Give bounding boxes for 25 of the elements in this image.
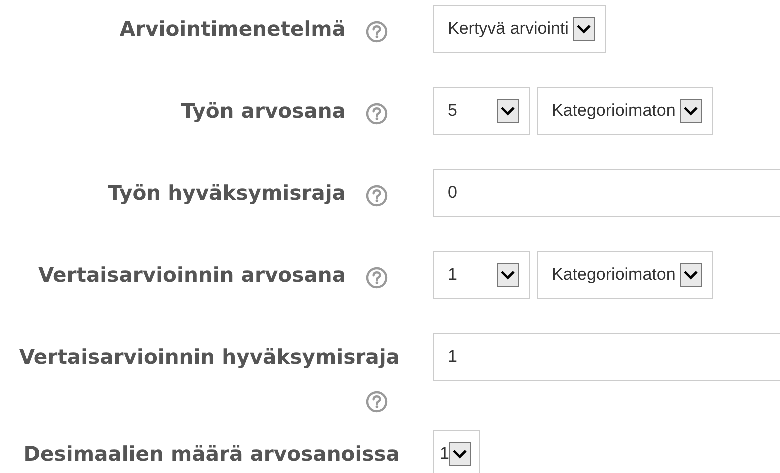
help-icon[interactable] (366, 185, 388, 208)
field-label: Vertaisarvioinnin hyväksymisraja (19, 345, 400, 369)
dropdown[interactable]: Kategorioimaton (537, 251, 713, 299)
dropdown[interactable]: 1 (433, 430, 480, 473)
help-icon[interactable] (366, 103, 388, 126)
text-field[interactable]: 0 (433, 169, 780, 217)
help-icon[interactable] (366, 21, 388, 44)
caret-icon (680, 99, 702, 123)
caret-icon (680, 263, 702, 287)
caret-icon (572, 17, 595, 41)
field-label: Työn hyväksymisraja (108, 181, 346, 205)
field-label: Arviointimenetelmä (120, 17, 346, 41)
help-icon[interactable] (366, 391, 388, 414)
dropdown[interactable]: Kertyvä arviointi (433, 5, 606, 53)
field-label: Desimaalien määrä arvosanoissa (24, 442, 400, 466)
caret-icon (497, 263, 519, 287)
text-field[interactable]: 1 (433, 333, 780, 381)
field-label: Vertaisarvioinnin arvosana (38, 263, 346, 287)
field-label: Työn arvosana (181, 99, 346, 123)
help-icon[interactable] (366, 267, 388, 290)
caret-icon (449, 442, 472, 466)
dropdown[interactable]: Kategorioimaton (537, 87, 713, 135)
dropdown[interactable]: 1 (433, 251, 530, 299)
caret-icon (497, 99, 519, 123)
dropdown[interactable]: 5 (433, 87, 530, 135)
